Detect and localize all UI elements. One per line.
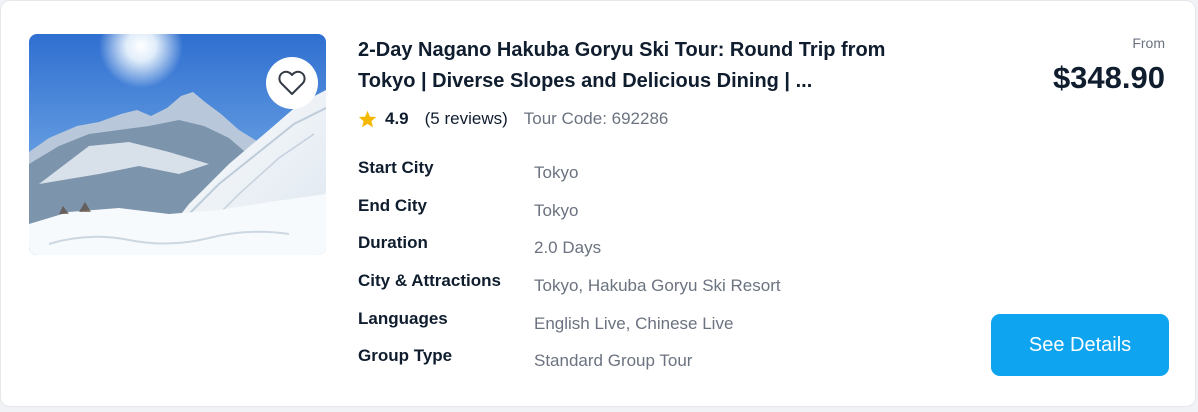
tour-photo[interactable] [29, 34, 326, 255]
tour-title[interactable]: 2-Day Nagano Hakuba Goryu Ski Tour: Roun… [358, 35, 938, 97]
favorite-button[interactable] [266, 57, 318, 109]
detail-value: Tokyo [534, 163, 579, 182]
detail-label: Duration [358, 233, 428, 253]
detail-label: End City [358, 195, 427, 215]
detail-value: Standard Group Tour [534, 351, 693, 371]
detail-label: City & Attractions [358, 271, 501, 291]
detail-value: English Live, Chinese Live [534, 313, 734, 333]
tour-card: 2-Day Nagano Hakuba Goryu Ski Tour: Roun… [0, 0, 1196, 407]
star-icon [358, 110, 377, 128]
detail-label: Start City [358, 158, 434, 177]
see-details-button[interactable]: See Details [991, 314, 1169, 376]
price-amount: $348.90 [1052, 60, 1165, 95]
tour-code: Tour Code: 692286 [523, 109, 669, 128]
heart-outline-icon [278, 70, 306, 95]
detail-value: Tokyo [534, 200, 579, 220]
review-count-link[interactable]: (5 reviews) [425, 109, 508, 129]
detail-value: Tokyo, Hakuba Goryu Ski Resort [534, 276, 781, 296]
rating-row: 4.9 (5 reviews) Tour Code: 692286 [358, 109, 668, 129]
price-prefix: From [1132, 35, 1165, 51]
detail-label: Group Type [358, 346, 453, 366]
detail-value: 2.0 Days [534, 238, 602, 258]
detail-label: Languages [358, 308, 448, 328]
rating-score: 4.9 [385, 109, 409, 128]
